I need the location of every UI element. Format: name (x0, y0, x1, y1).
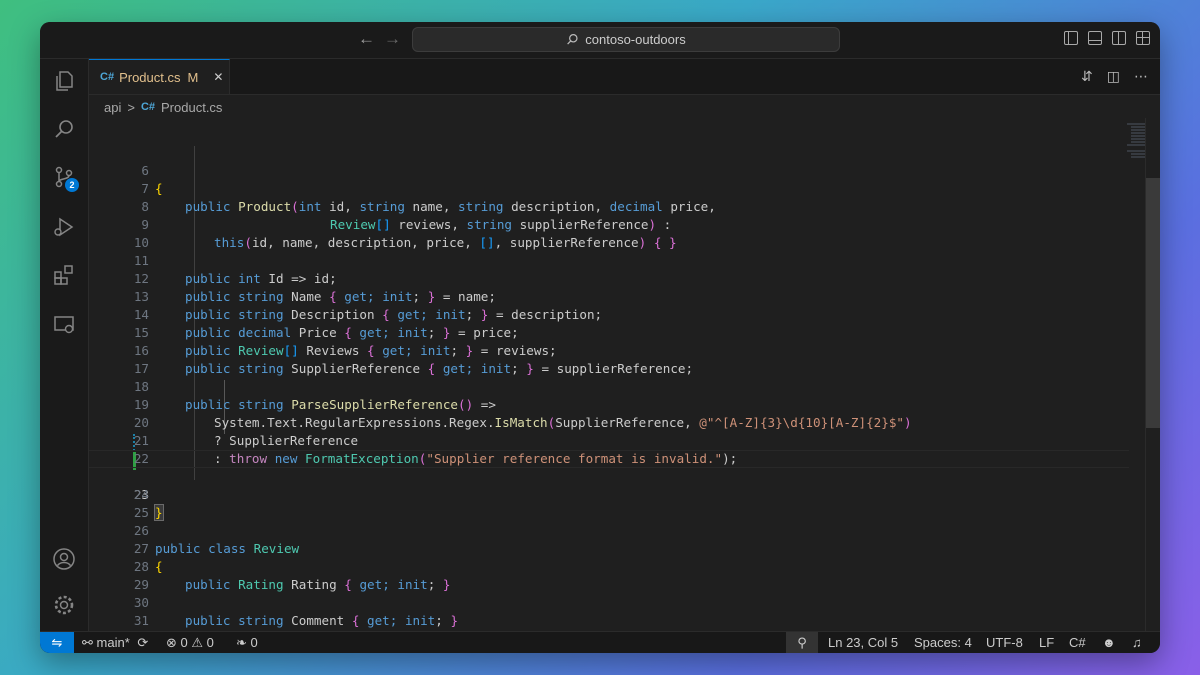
code-line: 9 this(id, name, description, price, [],… (89, 198, 1129, 250)
search-view-icon[interactable] (52, 117, 76, 141)
more-actions-icon[interactable]: ⋯ (1134, 68, 1148, 85)
code-line: 13 public string Description { get; init… (89, 270, 1129, 322)
code-editor[interactable]: 6 { 7 public Product(int id, string name… (89, 118, 1160, 631)
code-line: 11 public int Id => id; (89, 234, 1129, 286)
code-line: 30 public string Comment { get; init; } (89, 576, 1129, 628)
customize-layout-icon[interactable] (1136, 31, 1150, 45)
sync-icon[interactable]: ⟳ (137, 635, 148, 650)
activity-bar: 2 (40, 59, 89, 631)
lock-icon: ⚯ (82, 635, 93, 650)
code-line: 8 Review[] reviews, string supplierRefer… (89, 180, 1129, 232)
warning-count: 0 (206, 635, 214, 650)
code-line: 28 public Rating Rating { get; init; } (89, 540, 1129, 592)
zoom-icon[interactable]: ⚲ (786, 632, 818, 653)
code-line-current: 23 (89, 450, 1129, 502)
gear-icon[interactable] (52, 593, 76, 617)
current-line-highlight (89, 450, 1129, 468)
search-icon (567, 34, 578, 45)
run-debug-icon[interactable] (52, 215, 76, 239)
editor-actions: ⇵ ◫ ⋯ (1081, 68, 1148, 85)
arrow-left-icon[interactable]: ← (358, 30, 375, 48)
code-line: 20 ? SupplierReference (89, 396, 1129, 448)
csharp-file-icon: C# (140, 101, 156, 113)
open-changes-icon[interactable]: ⇵ (1081, 68, 1093, 85)
tab-label: Product.cs (119, 69, 181, 85)
error-icon: ⊗ (166, 635, 177, 650)
code-line: 29 (89, 558, 1129, 592)
arrow-right-icon[interactable]: → (384, 30, 401, 48)
code-line: 25 (89, 486, 1129, 520)
vertical-scrollbar[interactable] (1145, 118, 1160, 631)
breadcrumb-folder[interactable]: api (104, 100, 121, 115)
code-line: 16 public string SupplierReference { get… (89, 324, 1129, 376)
branch-indicator[interactable]: ⚯ main* ⟳ (82, 632, 148, 653)
branch-label: main* (96, 635, 130, 650)
code-line: 27 { (89, 522, 1129, 574)
vscode-window: ← → contoso-outdoors 2 C# Product.cs M ✕… (40, 22, 1160, 653)
split-editor-icon[interactable]: ◫ (1107, 68, 1120, 85)
ports-count: 0 (250, 635, 258, 650)
status-bar: ⇋ ⚯ main* ⟳ ⊗ 0 ⚠ 0 ❧ 0 ⚲ Ln 23, Col 5 S… (40, 631, 1160, 653)
cursor-position[interactable]: Ln 23, Col 5 (828, 632, 898, 653)
accounts-icon[interactable] (52, 547, 76, 571)
eol-setting[interactable]: LF (1039, 632, 1054, 653)
code-line: 12 public string Name { get; init; } = n… (89, 252, 1129, 304)
line-number: 31 (133, 613, 149, 628)
source-control-icon[interactable]: 2 (52, 165, 79, 192)
code-line: 22 (89, 432, 1129, 466)
explorer-icon[interactable] (52, 69, 76, 93)
code-line: 7 public Product(int id, string name, st… (89, 162, 1129, 214)
command-center-label: contoso-outdoors (585, 32, 686, 47)
error-count: 0 (180, 635, 188, 650)
indentation-setting[interactable]: Spaces: 4 (914, 632, 972, 653)
toggle-secondary-sidebar-icon[interactable] (1112, 31, 1126, 45)
scrollbar-thumb[interactable] (1146, 178, 1160, 428)
breadcrumb-file[interactable]: Product.cs (161, 100, 222, 115)
source-control-badge: 2 (65, 178, 79, 192)
code-line: 24 } (89, 468, 1129, 521)
remote-indicator-icon[interactable]: ⇋ (40, 632, 74, 653)
remote-explorer-icon[interactable] (52, 313, 76, 337)
code-line: 14 public decimal Price { get; init; } =… (89, 288, 1129, 340)
close-icon[interactable]: ✕ (213, 70, 223, 84)
command-center-search[interactable]: contoso-outdoors (412, 27, 840, 52)
editor-tab-bar: C# Product.cs M ✕ ⇵ ◫ ⋯ (89, 59, 1160, 95)
csharp-file-icon: C# (100, 71, 115, 83)
copilot-icon[interactable]: ☻ (1102, 632, 1116, 653)
encoding-setting[interactable]: UTF-8 (986, 632, 1023, 653)
code-line: 6 { (89, 144, 1129, 196)
extensions-icon[interactable] (52, 263, 76, 287)
code-line: 10 (89, 216, 1129, 250)
code-line: 17 (89, 342, 1129, 376)
breadcrumb: api > C# Product.cs (104, 96, 222, 118)
language-mode[interactable]: C# (1069, 632, 1086, 653)
code-line: 31 } (89, 594, 1129, 628)
problems-indicator[interactable]: ⊗ 0 ⚠ 0 (166, 632, 214, 653)
modified-indicator: M (187, 69, 199, 85)
title-bar: ← → contoso-outdoors (40, 22, 1160, 59)
ports-indicator[interactable]: ❧ 0 (236, 632, 258, 653)
breadcrumb-separator: > (127, 99, 135, 115)
toggle-primary-sidebar-icon[interactable] (1064, 31, 1078, 45)
broadcast-icon: ❧ (236, 635, 247, 650)
code-line: 21 : throw new FormatException("Supplier… (89, 414, 1129, 466)
code-line: 18 public string ParseSupplierReference(… (89, 360, 1129, 412)
code-line: 26 public class Review (89, 504, 1129, 556)
tab-product-cs[interactable]: C# Product.cs M ✕ (89, 59, 230, 94)
code-line: 15 public Review[] Reviews { get; init; … (89, 306, 1129, 358)
toggle-panel-icon[interactable] (1088, 31, 1102, 45)
bell-icon[interactable]: ♫ (1132, 632, 1142, 653)
code-line: 19 System.Text.RegularExpressions.Regex.… (89, 378, 1129, 430)
layout-controls (1064, 31, 1150, 45)
warning-icon: ⚠ (191, 635, 204, 650)
